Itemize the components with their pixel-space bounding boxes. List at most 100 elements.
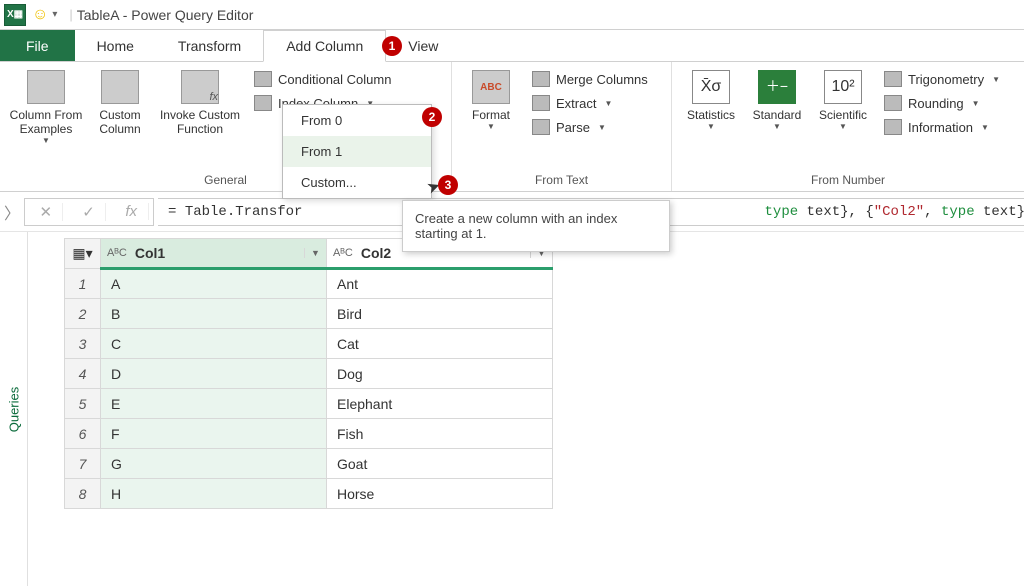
ribbon-tabs: File Home Transform Add Column View [0,30,1024,62]
cell-col1[interactable]: B [101,299,327,329]
cell-col1[interactable]: F [101,419,327,449]
index-column-menu: From 0 From 1 Custom... [282,104,432,199]
rounding-button[interactable]: Rounding ▼ [878,92,1006,114]
data-table: ▦▾ AᴮC Col1 ▼ AᴮC Col2 ▼ [64,238,553,509]
qat-dropdown-icon[interactable]: ▾ [52,9,57,20]
cell-col1[interactable]: A [101,269,327,299]
table-row[interactable]: 1AAnt [65,269,553,299]
table-row[interactable]: 5EElephant [65,389,553,419]
extract-button[interactable]: Extract ▼ [526,92,654,114]
table-row[interactable]: 6FFish [65,419,553,449]
chevron-down-icon: ▼ [981,123,989,132]
chevron-down-icon: ▼ [598,123,606,132]
table-row[interactable]: 8HHorse [65,479,553,509]
window-title: TableA - Power Query Editor [77,7,254,23]
chevron-down-icon: ▼ [707,122,715,131]
cell-col2[interactable]: Bird [327,299,553,329]
cell-col1[interactable]: H [101,479,327,509]
workspace: Queries ▦▾ AᴮC Col1 ▼ AᴮC [0,232,1024,586]
ribbon-group-from-number: X̄σ Statistics ▼ ＋− Standard ▼ 10² Scien… [672,62,1024,191]
callout-badge-2: 2 [422,107,442,127]
chevron-down-icon: ▼ [487,122,495,131]
format-button[interactable]: ABC Format ▼ [460,66,522,131]
filter-icon[interactable]: ▼ [304,248,326,258]
table-corner[interactable]: ▦▾ [65,239,101,269]
standard-button[interactable]: ＋− Standard ▼ [746,66,808,131]
separator: | [69,7,72,22]
cancel-formula-button[interactable]: ✕ [29,203,63,221]
chevron-down-icon: ▼ [972,99,980,108]
row-number[interactable]: 8 [65,479,101,509]
invoke-custom-function-icon: fx [181,70,219,104]
table-row[interactable]: 7GGoat [65,449,553,479]
scientific-icon: 10² [824,70,862,104]
cell-col2[interactable]: Dog [327,359,553,389]
table-row[interactable]: 4DDog [65,359,553,389]
information-icon [884,119,902,135]
smiley-icon[interactable]: ☺ [32,6,48,24]
statistics-icon: X̄σ [692,70,730,104]
ribbon-group-from-text: ABC Format ▼ Merge Columns Extract ▼ Par… [452,62,672,191]
cell-col2[interactable]: Cat [327,329,553,359]
trigonometry-button[interactable]: Trigonometry ▼ [878,68,1006,90]
chevron-down-icon: ▼ [992,75,1000,84]
tab-file[interactable]: File [0,30,75,61]
tab-home[interactable]: Home [75,30,156,61]
chevron-down-icon: ▼ [773,122,781,131]
callout-badge-3: 3 [438,175,458,195]
merge-columns-icon [532,71,550,87]
title-bar: X▦ ☺ ▾ | TableA - Power Query Editor [0,0,1024,30]
row-number[interactable]: 4 [65,359,101,389]
ribbon: Column From Examples ▼ Custom Column fx … [0,62,1024,192]
row-number[interactable]: 5 [65,389,101,419]
index-from-1[interactable]: From 1 [283,136,431,167]
cell-col1[interactable]: C [101,329,327,359]
tooltip: Create a new column with an index starti… [402,200,670,252]
standard-icon: ＋− [758,70,796,104]
parse-button[interactable]: Parse ▼ [526,116,654,138]
format-icon: ABC [472,70,510,104]
row-number[interactable]: 7 [65,449,101,479]
invoke-custom-function-button[interactable]: fx Invoke Custom Function [156,66,244,136]
statistics-button[interactable]: X̄σ Statistics ▼ [680,66,742,131]
cell-col2[interactable]: Horse [327,479,553,509]
trigonometry-icon [884,71,902,87]
cell-col2[interactable]: Elephant [327,389,553,419]
column-from-examples-button[interactable]: Column From Examples ▼ [8,66,84,145]
excel-icon: X▦ [4,4,26,26]
information-button[interactable]: Information ▼ [878,116,1006,138]
queries-pane-collapsed[interactable]: Queries [0,232,28,586]
index-from-0[interactable]: From 0 [283,105,431,136]
row-number[interactable]: 2 [65,299,101,329]
type-text-icon[interactable]: AᴮC [101,247,133,259]
accept-formula-button[interactable]: ✓ [72,203,106,221]
type-text-icon[interactable]: AᴮC [327,247,359,259]
column-from-examples-icon [27,70,65,104]
expand-queries-icon[interactable]: 〉 [4,200,20,224]
cell-col2[interactable]: Ant [327,269,553,299]
table-row[interactable]: 2BBird [65,299,553,329]
conditional-column-button[interactable]: Conditional Column [248,68,397,90]
table-row[interactable]: 3CCat [65,329,553,359]
row-number[interactable]: 6 [65,419,101,449]
column-header-col1[interactable]: AᴮC Col1 ▼ [101,239,327,269]
cell-col1[interactable]: E [101,389,327,419]
custom-column-button[interactable]: Custom Column [88,66,152,136]
tab-transform[interactable]: Transform [156,30,263,61]
tab-add-column[interactable]: Add Column [263,30,386,62]
conditional-column-icon [254,71,272,87]
scientific-button[interactable]: 10² Scientific ▼ [812,66,874,131]
data-preview: ▦▾ AᴮC Col1 ▼ AᴮC Col2 ▼ [28,232,553,586]
cell-col2[interactable]: Goat [327,449,553,479]
fx-icon[interactable]: fx [115,203,149,220]
cell-col1[interactable]: G [101,449,327,479]
row-number[interactable]: 1 [65,269,101,299]
cell-col1[interactable]: D [101,359,327,389]
index-column-icon [254,95,272,111]
index-custom[interactable]: Custom... [283,167,431,198]
cell-col2[interactable]: Fish [327,419,553,449]
merge-columns-button[interactable]: Merge Columns [526,68,654,90]
row-number[interactable]: 3 [65,329,101,359]
chevron-down-icon: ▼ [42,136,50,145]
group-label-from-text: From Text [460,169,663,191]
